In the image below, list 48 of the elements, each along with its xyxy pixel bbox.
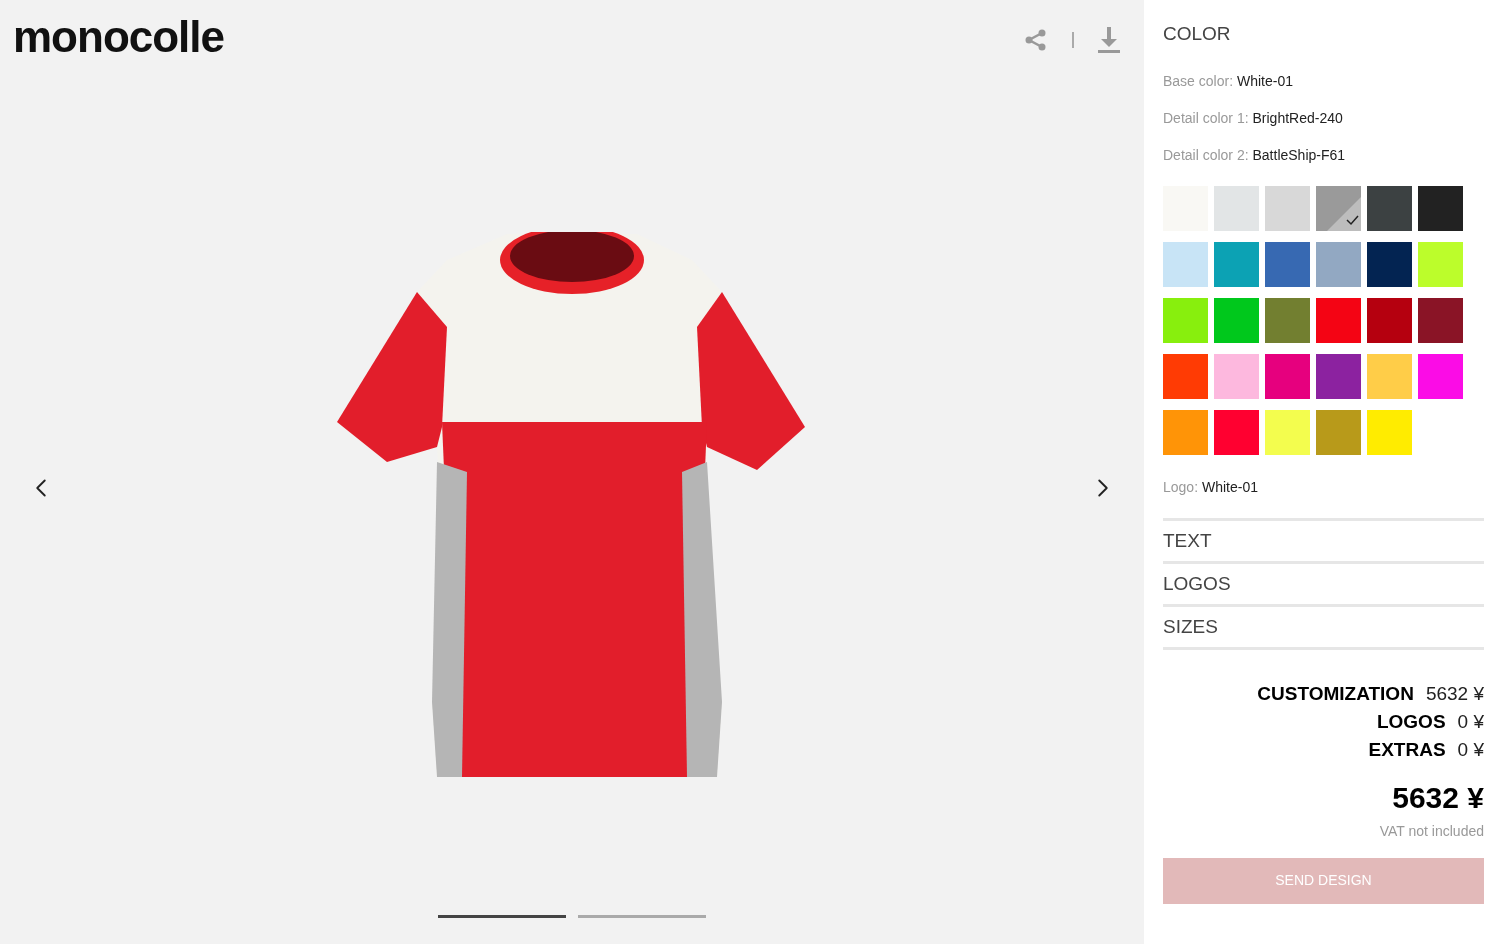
color-swatch[interactable] [1265,409,1310,455]
price-label: LOGOS [1376,709,1446,733]
color-swatch[interactable] [1214,297,1259,343]
color-swatch[interactable] [1418,185,1463,231]
section-header[interactable]: SIZES [1163,606,1484,650]
price-label: CUSTOMIZATION [1257,681,1414,705]
color-swatch[interactable] [1367,297,1412,343]
share-icon[interactable] [1024,28,1048,52]
section-title: COLOR [1163,22,1232,46]
color-swatch[interactable] [1367,241,1412,287]
color-swatch[interactable] [1265,241,1310,287]
color-field: Detail color 1: BrightRed-240 [1163,107,1484,129]
color-swatch[interactable] [1265,353,1310,399]
section-header[interactable]: TEXT [1163,520,1484,564]
total-price: 5632 ¥ [1392,780,1484,815]
price-label: EXTRAS [1368,737,1446,761]
color-swatch[interactable] [1214,241,1259,287]
color-swatch[interactable] [1316,297,1361,343]
color-swatch[interactable] [1316,409,1361,455]
color-swatch[interactable] [1418,241,1463,287]
color-swatch[interactable] [1367,353,1412,399]
color-swatch[interactable] [1367,185,1412,231]
color-swatch[interactable] [1163,409,1208,455]
check-icon [1327,196,1361,231]
vat-note: VAT not included [1379,821,1484,841]
color-swatch[interactable] [1367,409,1412,455]
color-swatch[interactable] [1214,353,1259,399]
color-swatch[interactable] [1316,185,1361,231]
color-swatch[interactable] [1316,241,1361,287]
price-value: 5632 ¥ [1425,681,1484,705]
color-field: Base color: White-01 [1163,70,1484,92]
brand-logo[interactable]: monocolle [13,14,225,60]
color-swatch[interactable] [1163,297,1208,343]
price-value: 0 ¥ [1457,709,1484,733]
color-field: Detail color 2: BattleShip-F61 [1163,144,1484,166]
color-field: Logo: White-01 [1163,476,1484,498]
color-swatch[interactable] [1163,353,1208,399]
color-swatch[interactable] [1265,185,1310,231]
section-header[interactable]: LOGOS [1163,563,1484,607]
color-swatch[interactable] [1265,297,1310,343]
download-icon[interactable] [1098,27,1120,53]
color-swatch[interactable] [1418,353,1463,399]
color-swatch[interactable] [1214,409,1259,455]
color-swatch[interactable] [1418,297,1463,343]
color-swatch[interactable] [1214,185,1259,231]
price-value: 0 ¥ [1457,737,1484,761]
color-swatch[interactable] [1163,241,1208,287]
color-swatch[interactable] [1316,353,1361,399]
